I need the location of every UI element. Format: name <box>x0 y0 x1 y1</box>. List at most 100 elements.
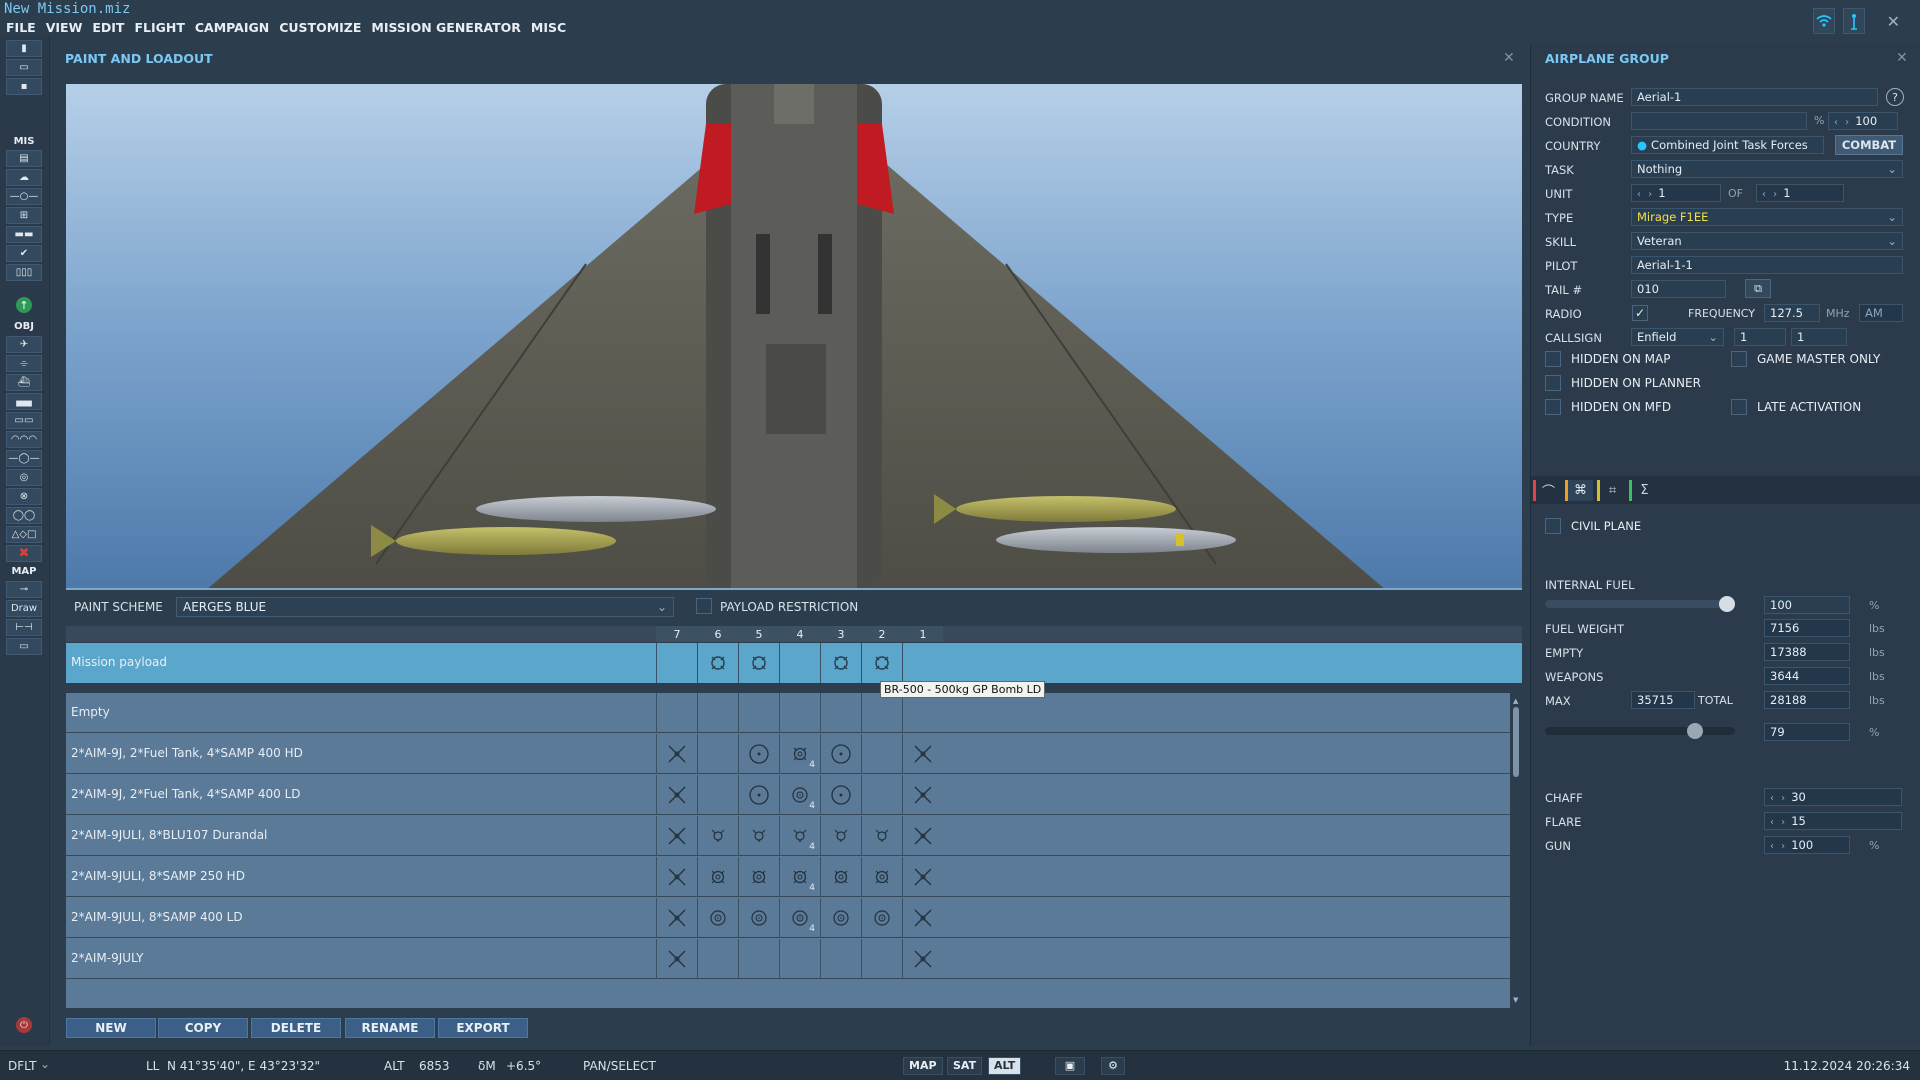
of-stepper[interactable]: ‹ › 1 <box>1756 184 1844 202</box>
delete-icon[interactable]: ✖ <box>6 545 42 562</box>
flare-stepper[interactable]: ‹ › 15 <box>1764 812 1902 830</box>
station-cell[interactable] <box>820 939 861 979</box>
loadout-row[interactable]: 2*AIM-9JULY <box>66 939 1510 979</box>
station-cell[interactable] <box>779 939 820 979</box>
loadout-row[interactable]: 2*AIM-9J, 2*Fuel Tank, 4*SAMP 400 HD 4 <box>66 734 1510 774</box>
waypoint-icon[interactable]: —◯— <box>6 450 42 467</box>
layers-icon[interactable]: ▣ <box>1055 1057 1085 1075</box>
shapes-icon[interactable]: △◇□ <box>6 526 42 543</box>
station-cell[interactable] <box>820 693 861 733</box>
station-cell[interactable] <box>861 939 902 979</box>
station-cell[interactable] <box>656 693 697 733</box>
scrollbar-thumb[interactable] <box>1513 707 1519 777</box>
station-cell[interactable] <box>738 734 779 774</box>
station-cell[interactable]: 4 <box>779 775 820 815</box>
loadout-row[interactable]: 2*AIM-9JULI, 8*SAMP 400 LD 4 <box>66 898 1510 938</box>
station-cell[interactable] <box>902 775 943 815</box>
slider-thumb[interactable] <box>1719 596 1735 612</box>
menu-view[interactable]: VIEW <box>46 20 83 40</box>
vehicle-icon[interactable]: ▄▄ <box>6 393 42 410</box>
convoy-icon[interactable]: ◠◠◠ <box>6 431 42 448</box>
stepper-arrows-icon[interactable]: ‹ › <box>1834 117 1851 128</box>
draw-button[interactable]: Draw <box>6 600 42 617</box>
hidden-on-mfd-option[interactable]: HIDDEN ON MFD <box>1545 399 1671 415</box>
cancel-zone-icon[interactable]: ⊗ <box>6 488 42 505</box>
menu-edit[interactable]: EDIT <box>92 20 124 40</box>
station-cell[interactable] <box>656 816 697 856</box>
timeline-icon[interactable]: ▯▯▯ <box>6 264 42 281</box>
station-cell[interactable] <box>861 693 902 733</box>
mission-payload-row[interactable]: Mission payload <box>66 643 1522 683</box>
route-tab-icon[interactable]: ⌒ <box>1533 480 1561 501</box>
delete-button[interactable]: DELETE <box>251 1018 341 1038</box>
scroll-down-icon[interactable]: ▼ <box>1513 996 1518 1004</box>
menu-flight[interactable]: FLIGHT <box>134 20 184 40</box>
civil-plane-checkbox[interactable] <box>1545 518 1561 534</box>
link-icon[interactable]: ◯◯ <box>6 507 42 524</box>
internal-fuel-slider[interactable] <box>1545 596 1735 612</box>
gun-stepper[interactable]: ‹ › 100 <box>1764 836 1850 854</box>
weather-icon[interactable]: ☁ <box>6 169 42 186</box>
trigger-icon[interactable]: ▬▬ <box>6 226 42 243</box>
hidden-on-planner-option[interactable]: HIDDEN ON PLANNER <box>1545 375 1701 391</box>
station-cell[interactable] <box>820 898 861 938</box>
station-cell[interactable] <box>738 816 779 856</box>
helicopter-icon[interactable]: ⌯ <box>6 355 42 372</box>
station-cell[interactable] <box>861 734 902 774</box>
station-cell[interactable] <box>902 734 943 774</box>
station-cell[interactable] <box>820 775 861 815</box>
export-button[interactable]: EXPORT <box>438 1018 528 1038</box>
open-folder-icon[interactable]: ▭ <box>6 59 42 76</box>
help-icon[interactable]: ? <box>1886 88 1904 106</box>
target-icon[interactable]: ⊞ <box>6 207 42 224</box>
game-master-only-checkbox[interactable] <box>1731 351 1747 367</box>
hidden-on-planner-checkbox[interactable] <box>1545 375 1561 391</box>
scrollbar[interactable]: ▲ ▼ <box>1510 693 1522 1008</box>
station-cell[interactable]: 4 <box>779 816 820 856</box>
group-name-input[interactable]: Aerial-1 <box>1631 88 1878 106</box>
station-cell[interactable] <box>656 939 697 979</box>
up-arrow-icon[interactable]: ↑ <box>16 297 32 313</box>
station-cell[interactable] <box>902 898 943 938</box>
stepper-arrows-icon[interactable]: ‹ › <box>1770 817 1787 828</box>
loadout-row[interactable]: 2*AIM-9J, 2*Fuel Tank, 4*SAMP 400 LD 4 <box>66 775 1510 815</box>
country-select[interactable]: ● Combined Joint Task Forces <box>1631 136 1824 154</box>
chaff-stepper[interactable]: ‹ › 30 <box>1764 788 1902 806</box>
modulation-select[interactable]: AM <box>1859 304 1903 322</box>
settings-gear-icon[interactable]: ⚙ <box>1101 1057 1125 1075</box>
civil-plane-option[interactable]: CIVIL PLANE <box>1545 518 1641 534</box>
screen-icon[interactable]: ▭ <box>6 638 42 655</box>
station-cell[interactable] <box>738 898 779 938</box>
mission-station-cell[interactable] <box>697 643 738 683</box>
payload-tab-icon[interactable]: ⌘ <box>1565 480 1593 501</box>
antenna-icon[interactable] <box>1842 8 1865 34</box>
station-cell[interactable] <box>656 857 697 897</box>
copy-icon[interactable]: ⧉ <box>1745 279 1771 298</box>
menu-mission-generator[interactable]: MISSION GENERATOR <box>371 20 521 40</box>
task-select[interactable]: Nothing ⌄ <box>1631 160 1903 178</box>
station-cell[interactable] <box>902 857 943 897</box>
rename-button[interactable]: RENAME <box>345 1018 435 1038</box>
station-cell[interactable] <box>861 898 902 938</box>
loadout-row[interactable]: 2*AIM-9JULI, 8*SAMP 250 HD 4 <box>66 857 1510 897</box>
station-cell[interactable] <box>656 775 697 815</box>
skill-select[interactable]: Veteran ⌄ <box>1631 232 1903 250</box>
frequency-input[interactable]: 127.5 <box>1764 304 1820 322</box>
profile-select[interactable]: DFLT <box>8 1059 37 1073</box>
stepper-arrows-icon[interactable]: ‹ › <box>1637 189 1654 200</box>
callsign-number-1[interactable]: 1 <box>1734 328 1786 346</box>
station-cell[interactable] <box>738 693 779 733</box>
ship-icon[interactable]: ⛴ <box>6 374 42 391</box>
scroll-up-icon[interactable]: ▲ <box>1513 697 1518 705</box>
static-object-icon[interactable]: ▭▭ <box>6 412 42 429</box>
ruler-icon[interactable]: ⊢⊣ <box>6 619 42 636</box>
pilot-input[interactable]: Aerial-1-1 <box>1631 256 1903 274</box>
station-cell[interactable] <box>697 939 738 979</box>
mission-station-cell[interactable] <box>738 643 779 683</box>
mission-station-cell[interactable] <box>820 643 861 683</box>
close-icon[interactable]: ✕ <box>1503 50 1515 66</box>
mission-station-cell[interactable] <box>902 643 943 683</box>
mission-station-cell[interactable] <box>656 643 697 683</box>
payload-restriction-checkbox[interactable] <box>696 598 712 614</box>
condition-input[interactable] <box>1631 112 1807 130</box>
